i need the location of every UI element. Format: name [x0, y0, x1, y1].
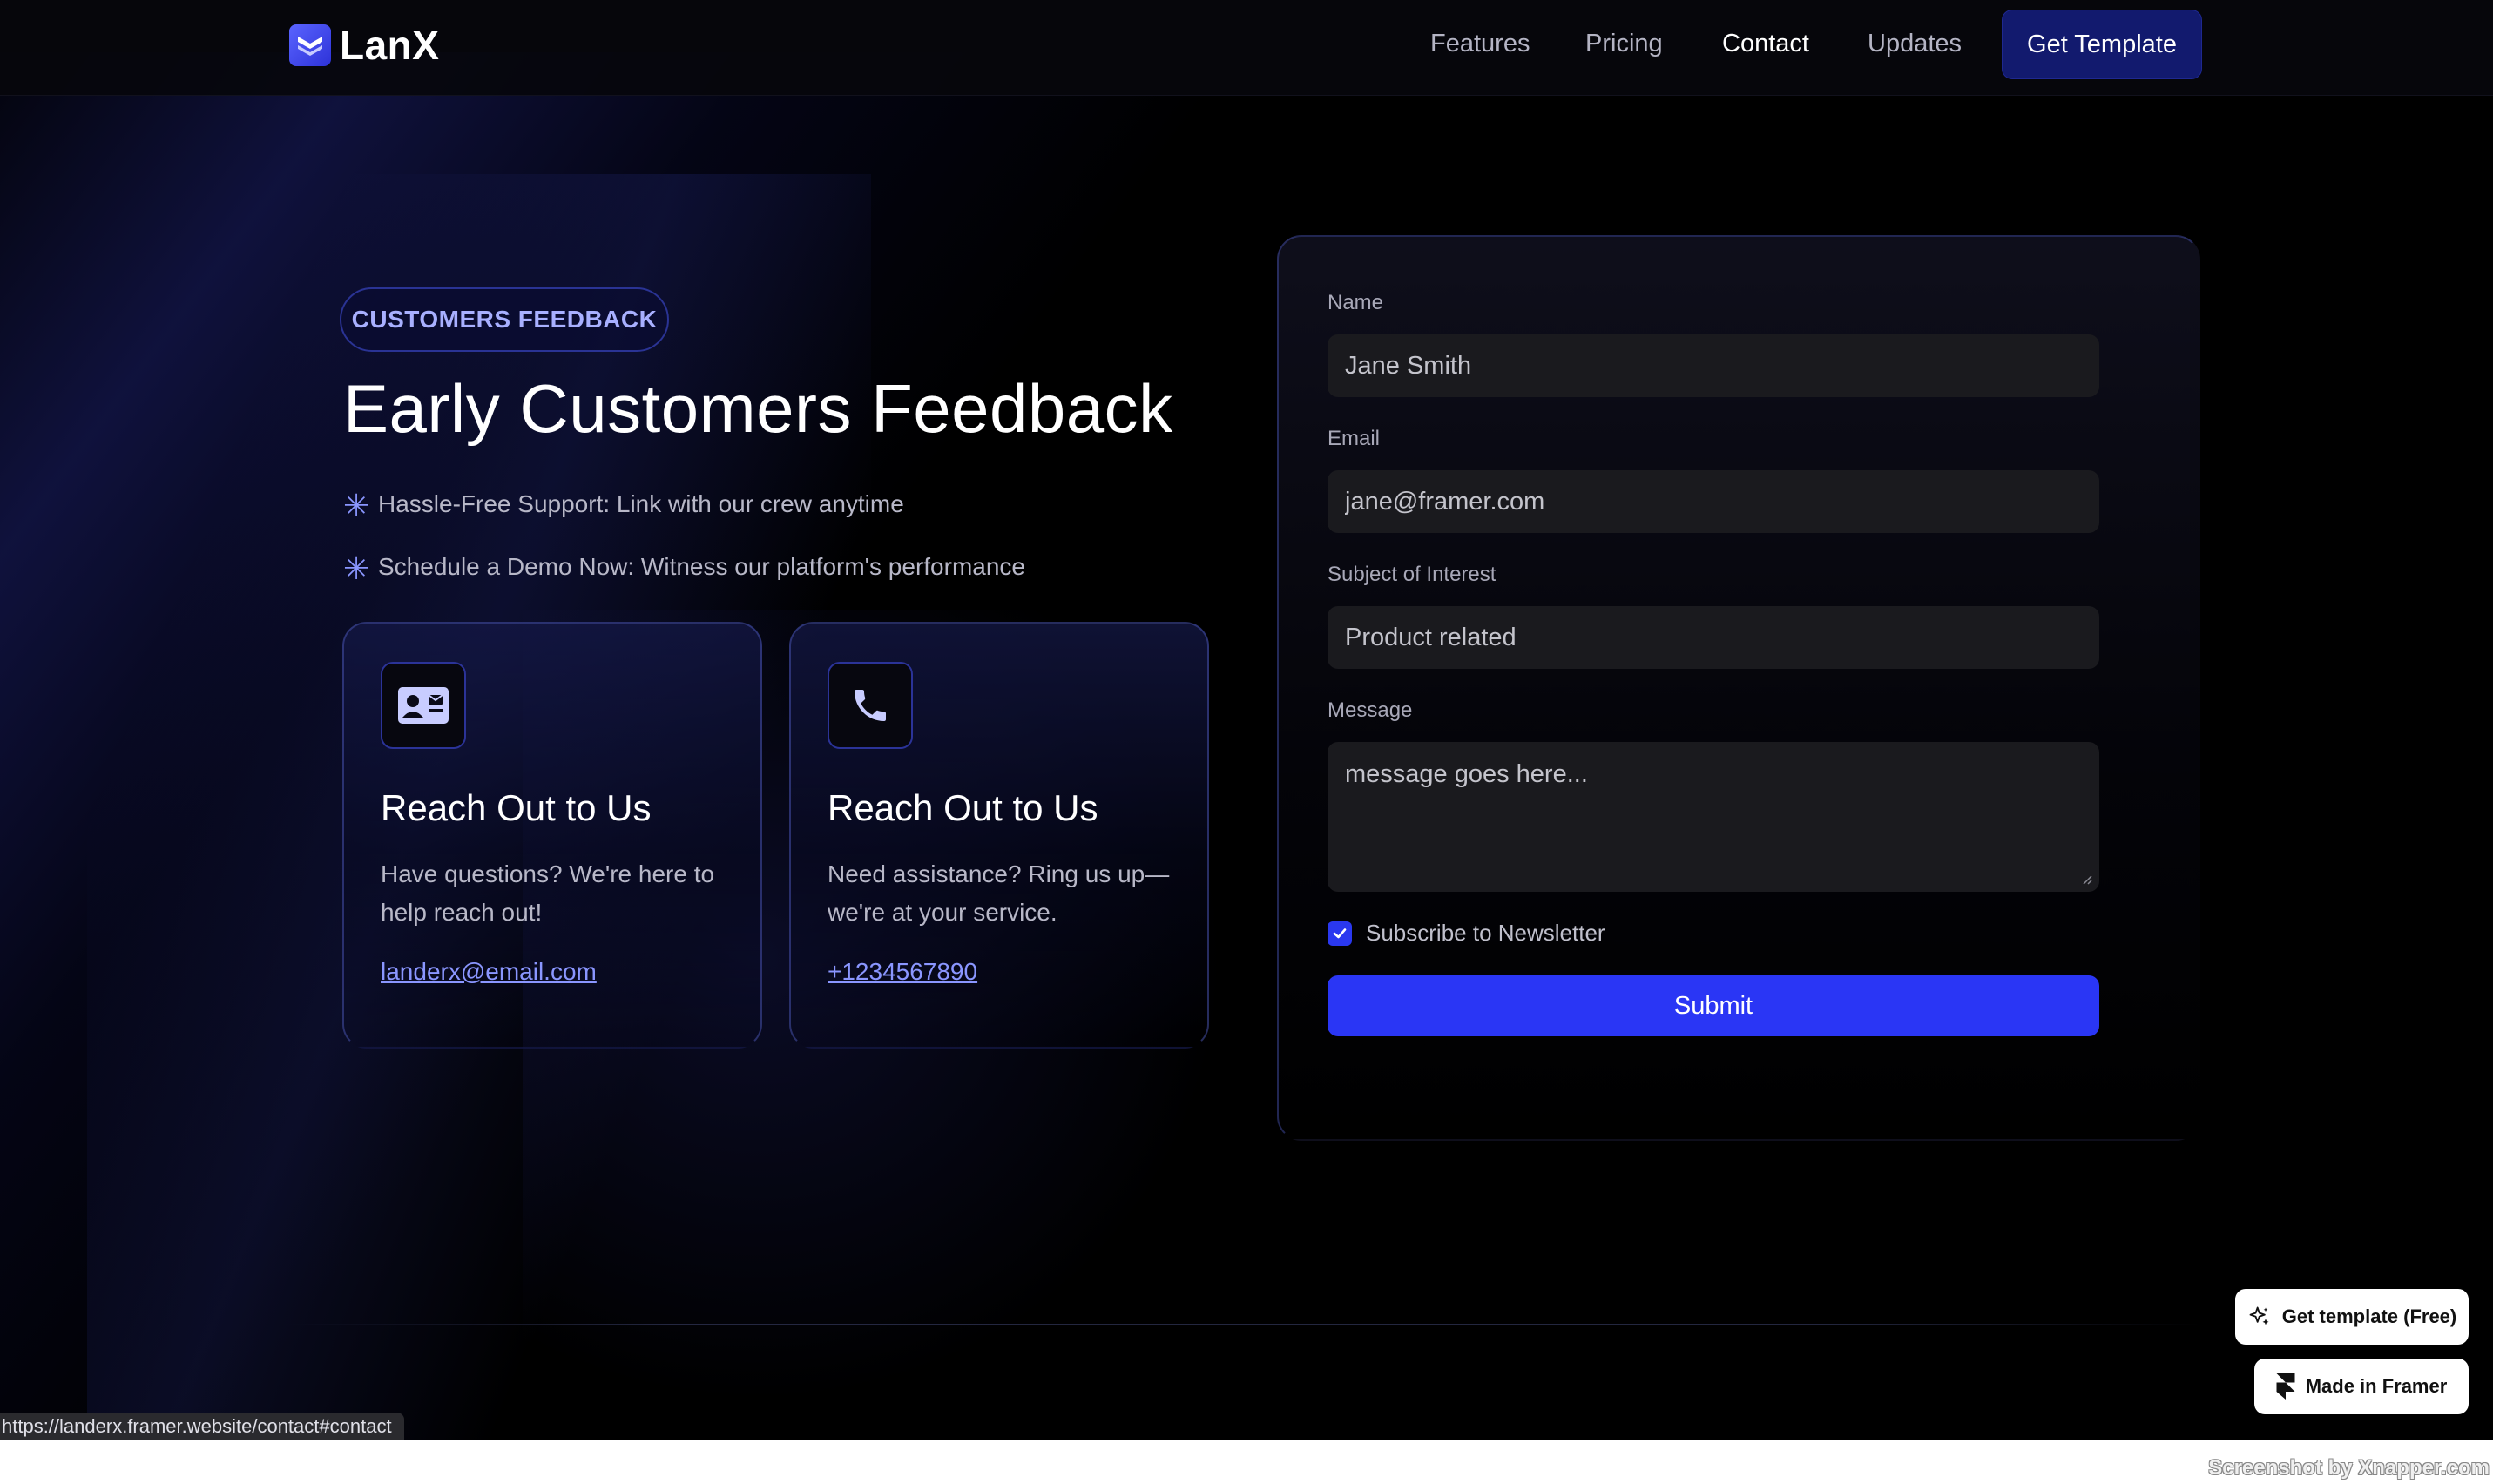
page: LanX Features Pricing Contact Updates Ge…: [0, 0, 2493, 1440]
email-link[interactable]: landerx@email.com: [381, 958, 597, 986]
card-title: Reach Out to Us: [381, 787, 652, 828]
phone-link[interactable]: +1234567890: [828, 958, 977, 986]
asterisk-icon: ✳: [343, 488, 370, 523]
page-title: Early Customers Feedback: [343, 370, 1173, 447]
badge-label: Get template (Free): [2281, 1305, 2457, 1327]
email-label: Email: [1328, 427, 1381, 450]
message-textarea[interactable]: [1328, 742, 2099, 892]
get-template-button[interactable]: Get Template: [2002, 10, 2202, 79]
card-title: Reach Out to Us: [828, 787, 1098, 828]
get-template-free-button[interactable]: Get template (Free): [2235, 1289, 2469, 1345]
logo[interactable]: LanX: [289, 23, 439, 68]
nav-link-pricing[interactable]: Pricing: [1585, 30, 1663, 58]
status-bar-url: https://landerx.framer.website/contact#c…: [0, 1413, 404, 1440]
sparkle-icon: [2249, 1306, 2269, 1325]
newsletter-row: Subscribe to Newsletter: [1328, 920, 1605, 947]
subject-input[interactable]: [1328, 606, 2099, 669]
phone-icon: [828, 662, 913, 749]
subject-label: Subject of Interest: [1328, 563, 1496, 586]
navbar: LanX Features Pricing Contact Updates Ge…: [0, 0, 2493, 96]
check-icon: [1333, 928, 1347, 938]
nav-link-features[interactable]: Features: [1430, 30, 1530, 58]
framer-logo-icon: [2276, 1373, 2295, 1400]
section-badge: CUSTOMERS FEEDBACK: [340, 287, 669, 352]
made-in-framer-button[interactable]: Made in Framer: [2254, 1359, 2469, 1414]
name-input[interactable]: [1328, 334, 2099, 397]
contact-card-icon: [381, 662, 466, 749]
email-input[interactable]: [1328, 470, 2099, 533]
watermark: Screenshot by Xnapper.com: [2208, 1456, 2490, 1480]
feature-text: Schedule a Demo Now: Witness our platfor…: [378, 553, 1025, 580]
badge-label: Made in Framer: [2305, 1375, 2448, 1397]
feature-item: ✳ Hassle-Free Support: Link with our cre…: [343, 484, 904, 524]
asterisk-icon: ✳: [343, 550, 370, 586]
feature-item: ✳ Schedule a Demo Now: Witness our platf…: [343, 547, 1025, 587]
contact-card-phone: Reach Out to Us Need assistance? Ring us…: [789, 622, 1209, 1049]
nav-link-updates[interactable]: Updates: [1868, 30, 1962, 58]
card-description: Have questions? We're here to help reach…: [381, 860, 715, 926]
contact-form: Name Email Subject of Interest Message S…: [1277, 235, 2200, 1141]
submit-button[interactable]: Submit: [1328, 975, 2099, 1036]
footer-divider: [287, 1324, 2204, 1325]
logo-text: LanX: [340, 23, 440, 68]
card-description: Need assistance? Ring us up—we're at you…: [828, 860, 1170, 926]
feature-text: Hassle-Free Support: Link with our crew …: [378, 490, 904, 517]
name-label: Name: [1328, 291, 1384, 314]
newsletter-checkbox[interactable]: [1328, 921, 1352, 946]
newsletter-label: Subscribe to Newsletter: [1366, 920, 1605, 946]
logo-icon: [289, 24, 331, 66]
resize-handle-icon[interactable]: [2078, 871, 2092, 885]
nav-link-contact[interactable]: Contact: [1722, 30, 1809, 58]
contact-card-email: Reach Out to Us Have questions? We're he…: [342, 622, 762, 1049]
message-label: Message: [1328, 698, 1413, 722]
